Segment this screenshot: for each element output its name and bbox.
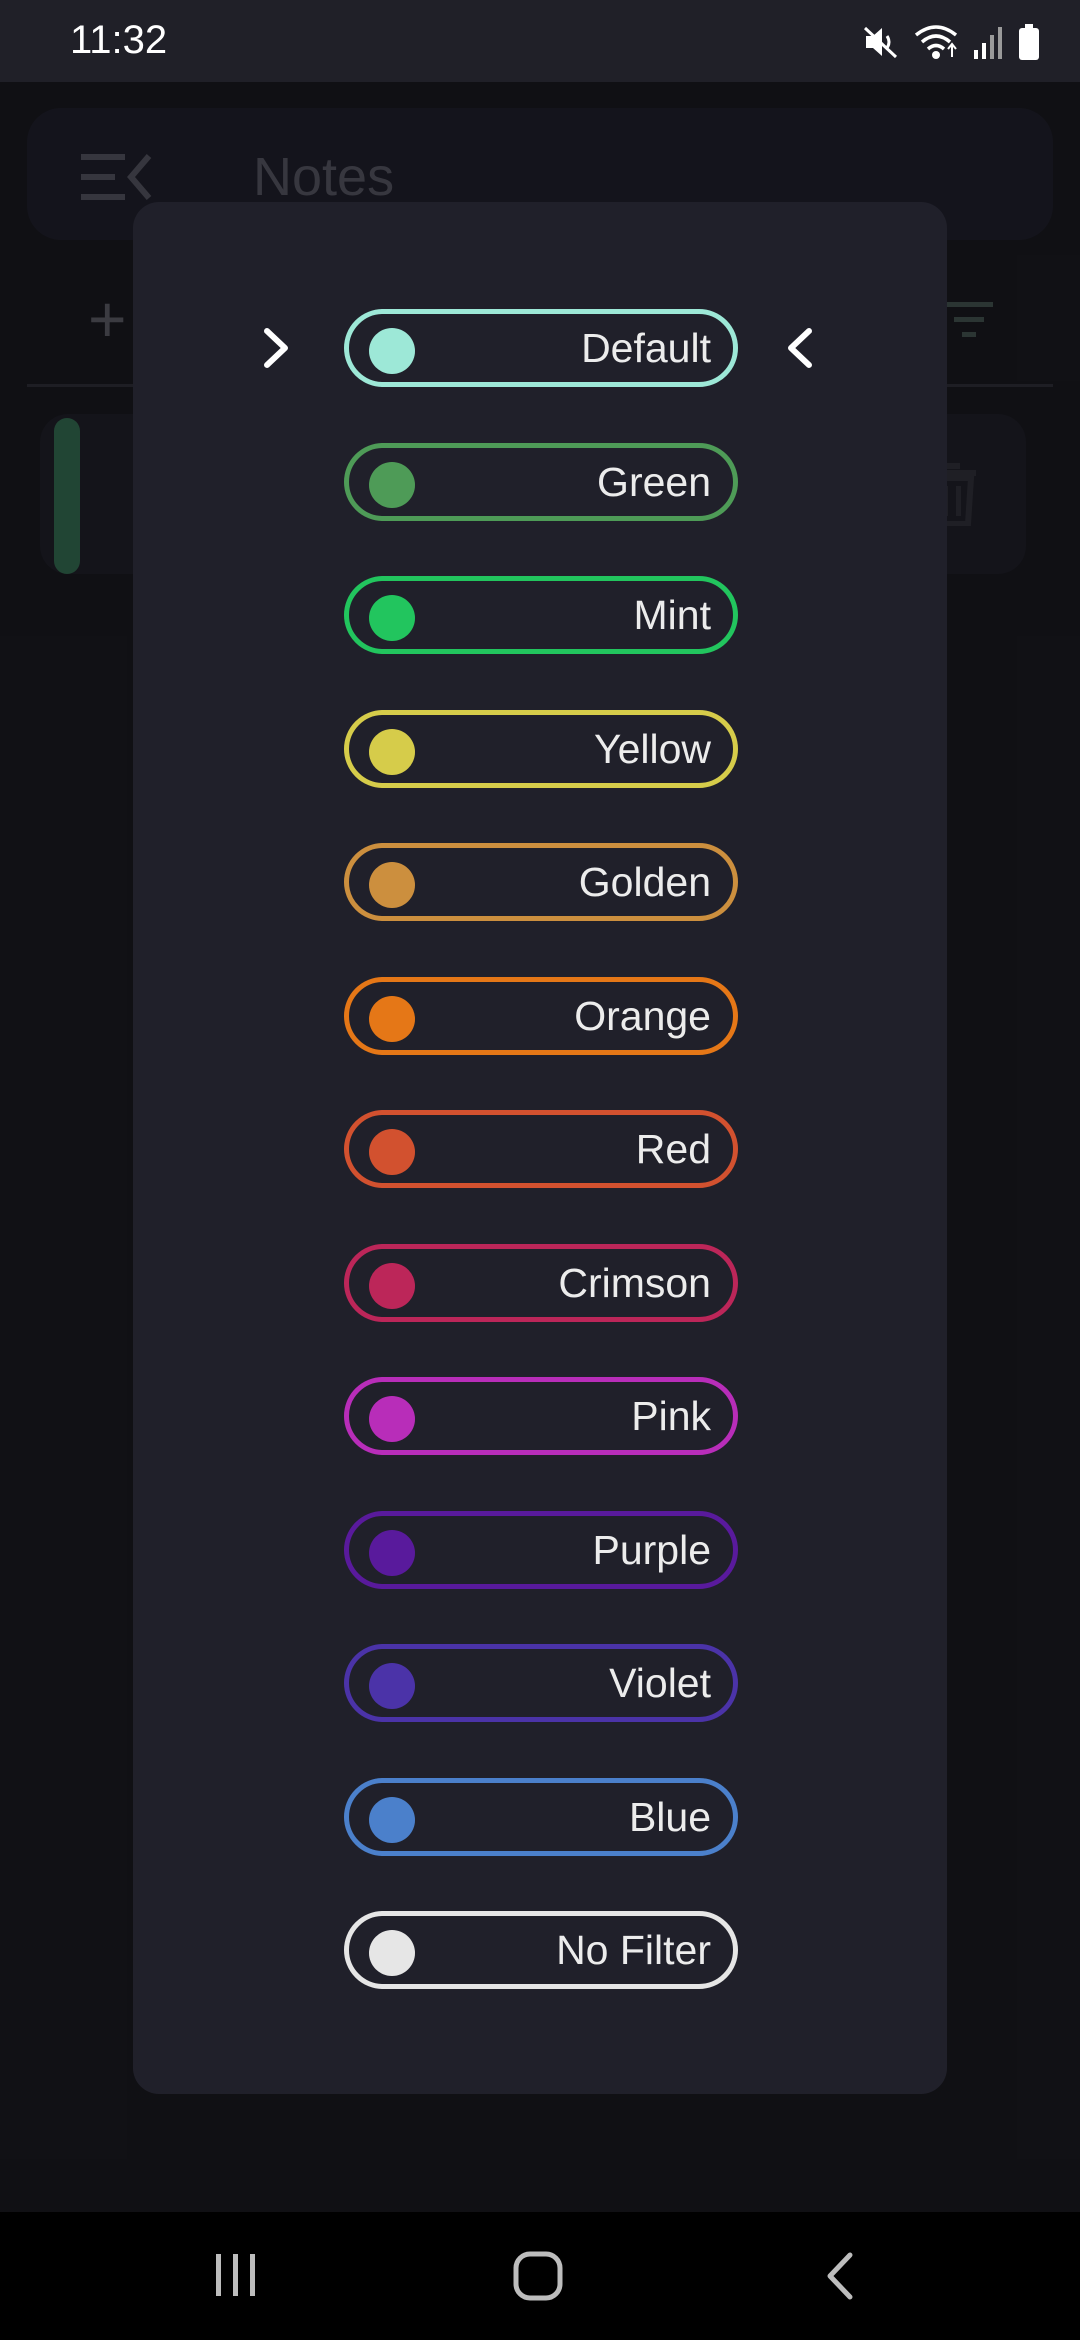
color-option-chip[interactable]: Orange xyxy=(344,976,738,1055)
color-option-label: Green xyxy=(597,458,711,505)
color-swatch xyxy=(369,328,415,374)
color-option-row: Purple xyxy=(133,1510,947,1593)
color-option-chip[interactable]: Mint xyxy=(344,576,738,654)
color-option-row: No Filter xyxy=(133,1911,947,1993)
status-bar: 11:32 xyxy=(0,0,1080,82)
home-icon[interactable] xyxy=(512,2250,564,2307)
color-option-label: Violet xyxy=(609,1660,711,1706)
color-option-label: No Filter xyxy=(556,1927,711,1973)
color-option-chip[interactable]: Yellow xyxy=(344,709,738,788)
color-option-label: Pink xyxy=(631,1393,711,1439)
color-option-chip[interactable]: Golden xyxy=(344,843,738,921)
status-time: 11:32 xyxy=(70,18,168,62)
color-option-label: Golden xyxy=(578,859,711,905)
signal-icon xyxy=(972,24,1004,60)
color-swatch xyxy=(369,728,415,775)
color-option-chip[interactable]: No Filter xyxy=(344,1911,738,1989)
color-swatch xyxy=(369,595,415,641)
color-option-chip[interactable]: Green xyxy=(344,442,738,521)
color-option-row: Pink xyxy=(133,1377,947,1459)
color-option-row: Green xyxy=(133,442,947,525)
color-option-label: Red xyxy=(635,1126,711,1172)
color-option-row: Yellow xyxy=(133,709,947,792)
color-option-label: Orange xyxy=(574,992,711,1039)
color-option-chip[interactable]: Pink xyxy=(344,1377,738,1455)
color-option-chip[interactable]: Violet xyxy=(344,1644,738,1722)
color-swatch xyxy=(369,461,415,508)
recents-icon[interactable] xyxy=(212,2250,260,2305)
color-swatch xyxy=(369,862,415,908)
back-icon[interactable] xyxy=(822,2250,858,2307)
color-option-chip[interactable]: Crimson xyxy=(344,1243,738,1322)
color-swatch xyxy=(369,1663,415,1709)
color-option-row: Red xyxy=(133,1110,947,1192)
color-option-chip[interactable]: Purple xyxy=(344,1510,738,1589)
color-option-chip[interactable]: Default xyxy=(344,309,738,387)
battery-icon xyxy=(1018,23,1040,61)
navigation-bar xyxy=(0,2212,1080,2340)
color-option-label: Crimson xyxy=(558,1259,711,1306)
color-option-row: Orange xyxy=(133,976,947,1059)
color-option-chip[interactable]: Red xyxy=(344,1110,738,1188)
color-swatch xyxy=(369,1262,415,1309)
color-swatch xyxy=(369,1930,415,1976)
color-option-row: Golden xyxy=(133,843,947,925)
color-option-row: Violet xyxy=(133,1644,947,1726)
color-option-label: Yellow xyxy=(593,725,711,772)
color-option-row: Default xyxy=(133,309,947,391)
color-swatch xyxy=(369,1529,415,1576)
color-filter-dialog: Default Green Mint Yellow Golden Orange Red Cri… xyxy=(133,202,947,2094)
color-option-row: Crimson xyxy=(133,1243,947,1326)
color-option-chip[interactable]: Blue xyxy=(344,1777,738,1856)
color-swatch xyxy=(369,1129,415,1175)
color-option-label: Purple xyxy=(592,1526,711,1573)
color-swatch xyxy=(369,1796,415,1843)
color-option-row: Mint xyxy=(133,576,947,658)
color-option-row: Blue xyxy=(133,1777,947,1860)
mute-icon xyxy=(862,23,900,61)
color-swatch xyxy=(369,1396,415,1442)
color-option-label: Mint xyxy=(633,592,711,638)
status-icons xyxy=(862,20,1040,64)
color-option-label: Default xyxy=(581,325,711,371)
color-option-label: Blue xyxy=(628,1793,711,1840)
color-swatch xyxy=(369,995,415,1042)
wifi-icon xyxy=(914,23,958,61)
